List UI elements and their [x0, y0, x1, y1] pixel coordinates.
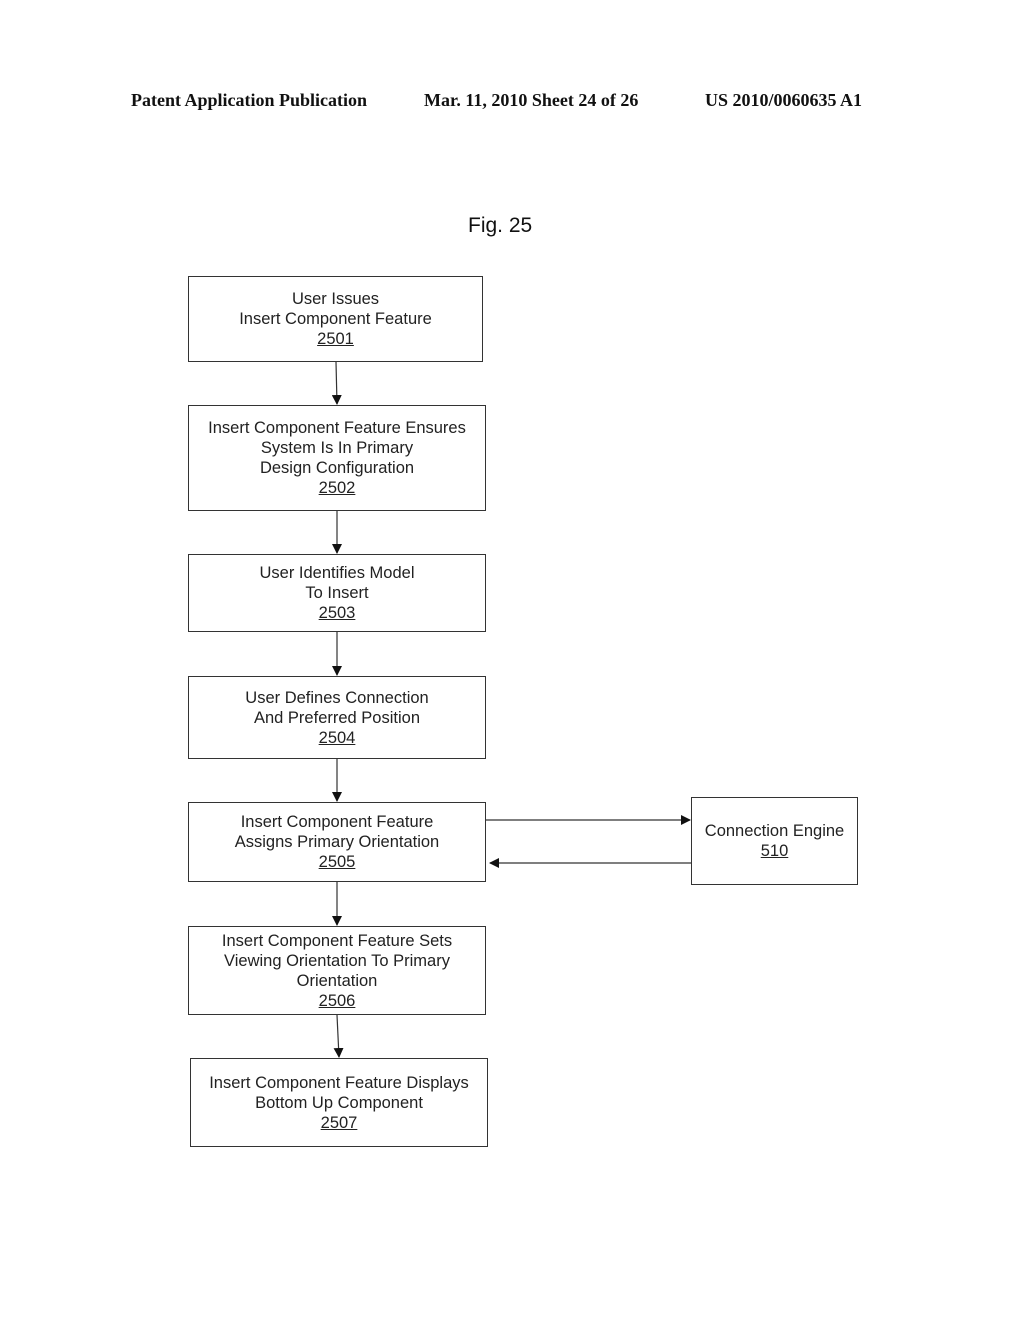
step-text-line: Insert Component Feature Sets	[221, 931, 453, 950]
step-ref: 2505	[318, 853, 356, 871]
step-ref: 2504	[318, 728, 356, 747]
step-text-line: Assigns Primary Orientation	[234, 833, 440, 851]
arrow-2501-2502	[331, 361, 342, 405]
step-text-line: Insert Component Feature	[240, 813, 434, 831]
connection-engine-510: Connection Engine 510	[691, 797, 858, 885]
step-text-line: Insert Component Feature Displays	[209, 1073, 469, 1092]
arrow-2506-2507	[333, 1014, 344, 1058]
step-text-line: User Identifies Model	[259, 564, 415, 582]
step-2503: User Identifies Model To Insert 2503	[188, 554, 486, 632]
step-text-line: Design Configuration	[259, 459, 415, 477]
connectors	[331, 361, 691, 1058]
step-2501: User Issues Insert Component Feature 250…	[188, 276, 483, 362]
step-2505: Insert Component Feature Assigns Primary…	[188, 802, 486, 882]
step-ref: 2507	[320, 1113, 358, 1132]
step-text-line: User Defines Connection	[245, 688, 429, 707]
step-text-line: Insert Component Feature Ensures	[208, 419, 466, 437]
step-text-line: Viewing Orientation To Primary	[224, 951, 450, 970]
step-text-line: To Insert	[305, 584, 369, 602]
step-ref: 2501	[317, 330, 354, 348]
step-2504: User Defines Connection And Preferred Po…	[188, 676, 486, 759]
step-text-line: Insert Component Feature	[239, 310, 432, 328]
step-ref: 2502	[318, 479, 356, 497]
step-text-line: Bottom Up Component	[255, 1093, 423, 1112]
step-text-line: System Is In Primary	[260, 439, 414, 457]
step-2507: Insert Component Feature Displays Bottom…	[190, 1058, 488, 1147]
side-box-text-line: Connection Engine	[704, 822, 845, 840]
step-ref: 2503	[318, 604, 356, 622]
step-2502: Insert Component Feature Ensures System …	[188, 405, 486, 511]
step-text-line: Orientation	[296, 971, 378, 990]
step-text-line: And Preferred Position	[253, 708, 420, 727]
step-text-line: User Issues	[291, 290, 380, 308]
step-ref: 2506	[318, 991, 356, 1010]
side-box-ref: 510	[760, 842, 789, 860]
step-2506: Insert Component Feature Sets Viewing Or…	[188, 926, 486, 1015]
